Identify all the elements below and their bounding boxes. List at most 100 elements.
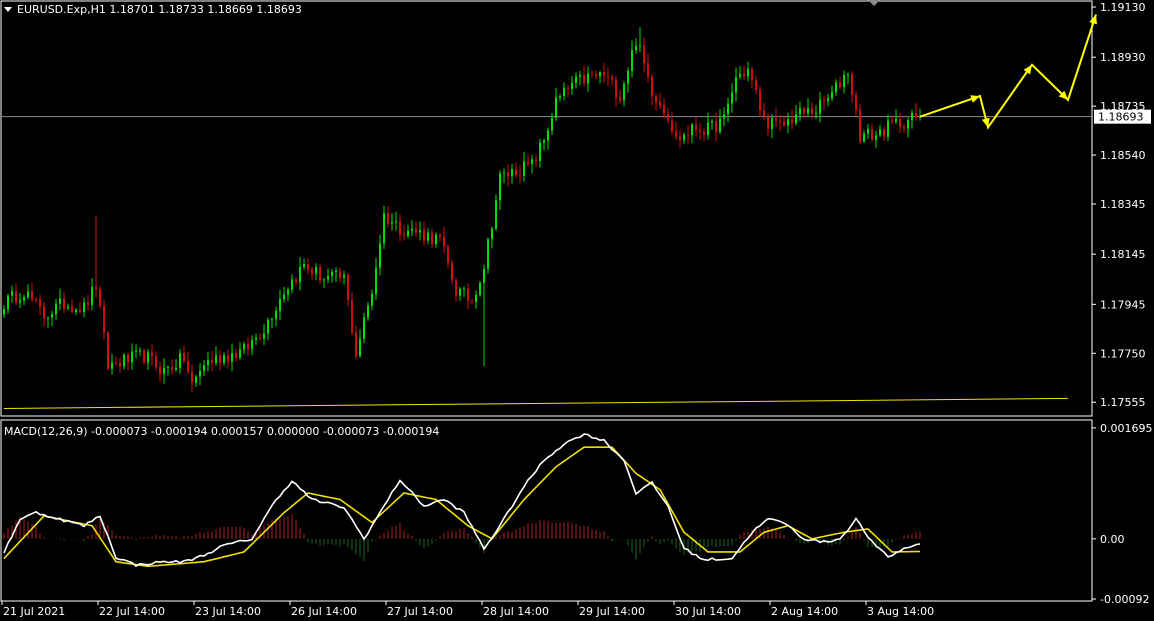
candle-body <box>403 234 405 237</box>
candle-body <box>691 124 693 136</box>
candle-body <box>743 73 745 77</box>
candle-body <box>471 300 473 302</box>
candle-body <box>759 90 761 111</box>
price-tick-label: 1.17750 <box>1100 347 1146 360</box>
macd-name: MACD(12,26,9) <box>4 425 88 438</box>
candle-body <box>687 134 689 136</box>
candle-body <box>67 306 69 309</box>
candle-body <box>627 70 629 84</box>
candle-body <box>619 97 621 101</box>
candle-body <box>727 103 729 115</box>
dropdown-triangle-icon[interactable] <box>4 7 12 12</box>
candle-body <box>839 82 841 88</box>
candle-body <box>135 351 137 353</box>
candle-body <box>215 355 217 363</box>
candle-body <box>87 302 89 305</box>
chart-frames <box>0 0 1093 602</box>
chart-shift-marker-icon[interactable] <box>868 0 880 6</box>
price-tick-label: 1.17945 <box>1100 298 1146 311</box>
candle-body <box>335 270 337 273</box>
candle-body <box>891 120 893 122</box>
chart-canvas[interactable]: 1.191301.189301.187351.185401.183451.181… <box>0 0 1154 621</box>
time-tick-label: 22 Jul 14:00 <box>99 605 165 618</box>
candle-body <box>587 73 589 84</box>
candle-body <box>295 279 297 282</box>
candle-body <box>235 352 237 358</box>
time-tick-label: 27 Jul 14:00 <box>387 605 453 618</box>
candle-body <box>11 291 13 296</box>
candle-body <box>303 264 305 267</box>
candle-body <box>647 63 649 77</box>
candle-body <box>307 264 309 270</box>
candle-body <box>23 297 25 301</box>
candle-body <box>523 161 525 176</box>
candle-body <box>91 286 93 305</box>
candle-body <box>191 371 193 383</box>
price-pane[interactable] <box>1 14 1097 409</box>
candle-body <box>899 118 901 127</box>
candle-body <box>455 280 457 296</box>
candle-body <box>183 353 185 362</box>
price-tick-label: 1.17555 <box>1100 396 1146 409</box>
candle-body <box>415 228 417 233</box>
candle-body <box>511 168 513 177</box>
candle-body <box>531 159 533 164</box>
candle-body <box>659 101 661 106</box>
candle-body <box>147 352 149 363</box>
forecast-arrow-path[interactable] <box>919 14 1097 130</box>
candle-body <box>275 310 277 320</box>
time-tick-label: 3 Aug 14:00 <box>867 605 934 618</box>
candle-body <box>835 82 837 92</box>
candle-body <box>155 355 157 367</box>
candle-body <box>651 76 653 97</box>
candle-body <box>115 362 117 364</box>
candle-body <box>875 135 877 140</box>
candle-body <box>575 76 577 83</box>
candle-body <box>379 243 381 268</box>
candle-body <box>711 121 713 123</box>
candle-body <box>83 302 85 313</box>
candle-body <box>539 142 541 161</box>
candle-body <box>855 94 857 110</box>
candle-body <box>547 130 549 141</box>
candle-body <box>395 221 397 223</box>
candle-body <box>167 367 169 369</box>
candle-body <box>479 282 481 295</box>
candle-body <box>59 298 61 304</box>
trendline[interactable] <box>3 397 1069 409</box>
candle-body <box>879 129 881 136</box>
candle-body <box>615 79 617 98</box>
macd-tick-label: 0.001695 <box>1100 422 1153 435</box>
candle-body <box>563 87 565 96</box>
candle-body <box>735 76 737 93</box>
candle-body <box>683 134 685 141</box>
candle-body <box>787 119 789 126</box>
candle-body <box>287 289 289 295</box>
current-price-label: 1.18693 <box>1098 111 1144 124</box>
candle-body <box>667 113 669 121</box>
candle-body <box>95 286 97 290</box>
candle-body <box>283 294 285 300</box>
candle-body <box>507 172 509 177</box>
price-tick-label: 1.18345 <box>1100 198 1146 211</box>
candle-body <box>199 370 201 377</box>
candle-body <box>767 116 769 129</box>
candle-body <box>459 289 461 296</box>
candle-body <box>431 232 433 245</box>
candle-body <box>279 299 281 311</box>
candle-body <box>799 108 801 115</box>
candle-body <box>915 112 917 118</box>
candle-body <box>367 305 369 318</box>
candle-body <box>843 75 845 88</box>
forecast-arrowhead-icon <box>1023 64 1032 75</box>
candle-body <box>543 140 545 143</box>
macd-tick-label: 0.00 <box>1100 533 1125 546</box>
candle-body <box>267 319 269 334</box>
candle-body <box>803 108 805 114</box>
trading-chart-window[interactable]: 1.19130 1.18930 1.18735 1.18540 1.18345 1.181… <box>0 0 1154 621</box>
macd-pane[interactable] <box>3 433 921 568</box>
candle-body <box>439 234 441 237</box>
candle-body <box>39 299 41 307</box>
candle-body <box>859 109 861 142</box>
candle-body <box>75 309 77 313</box>
